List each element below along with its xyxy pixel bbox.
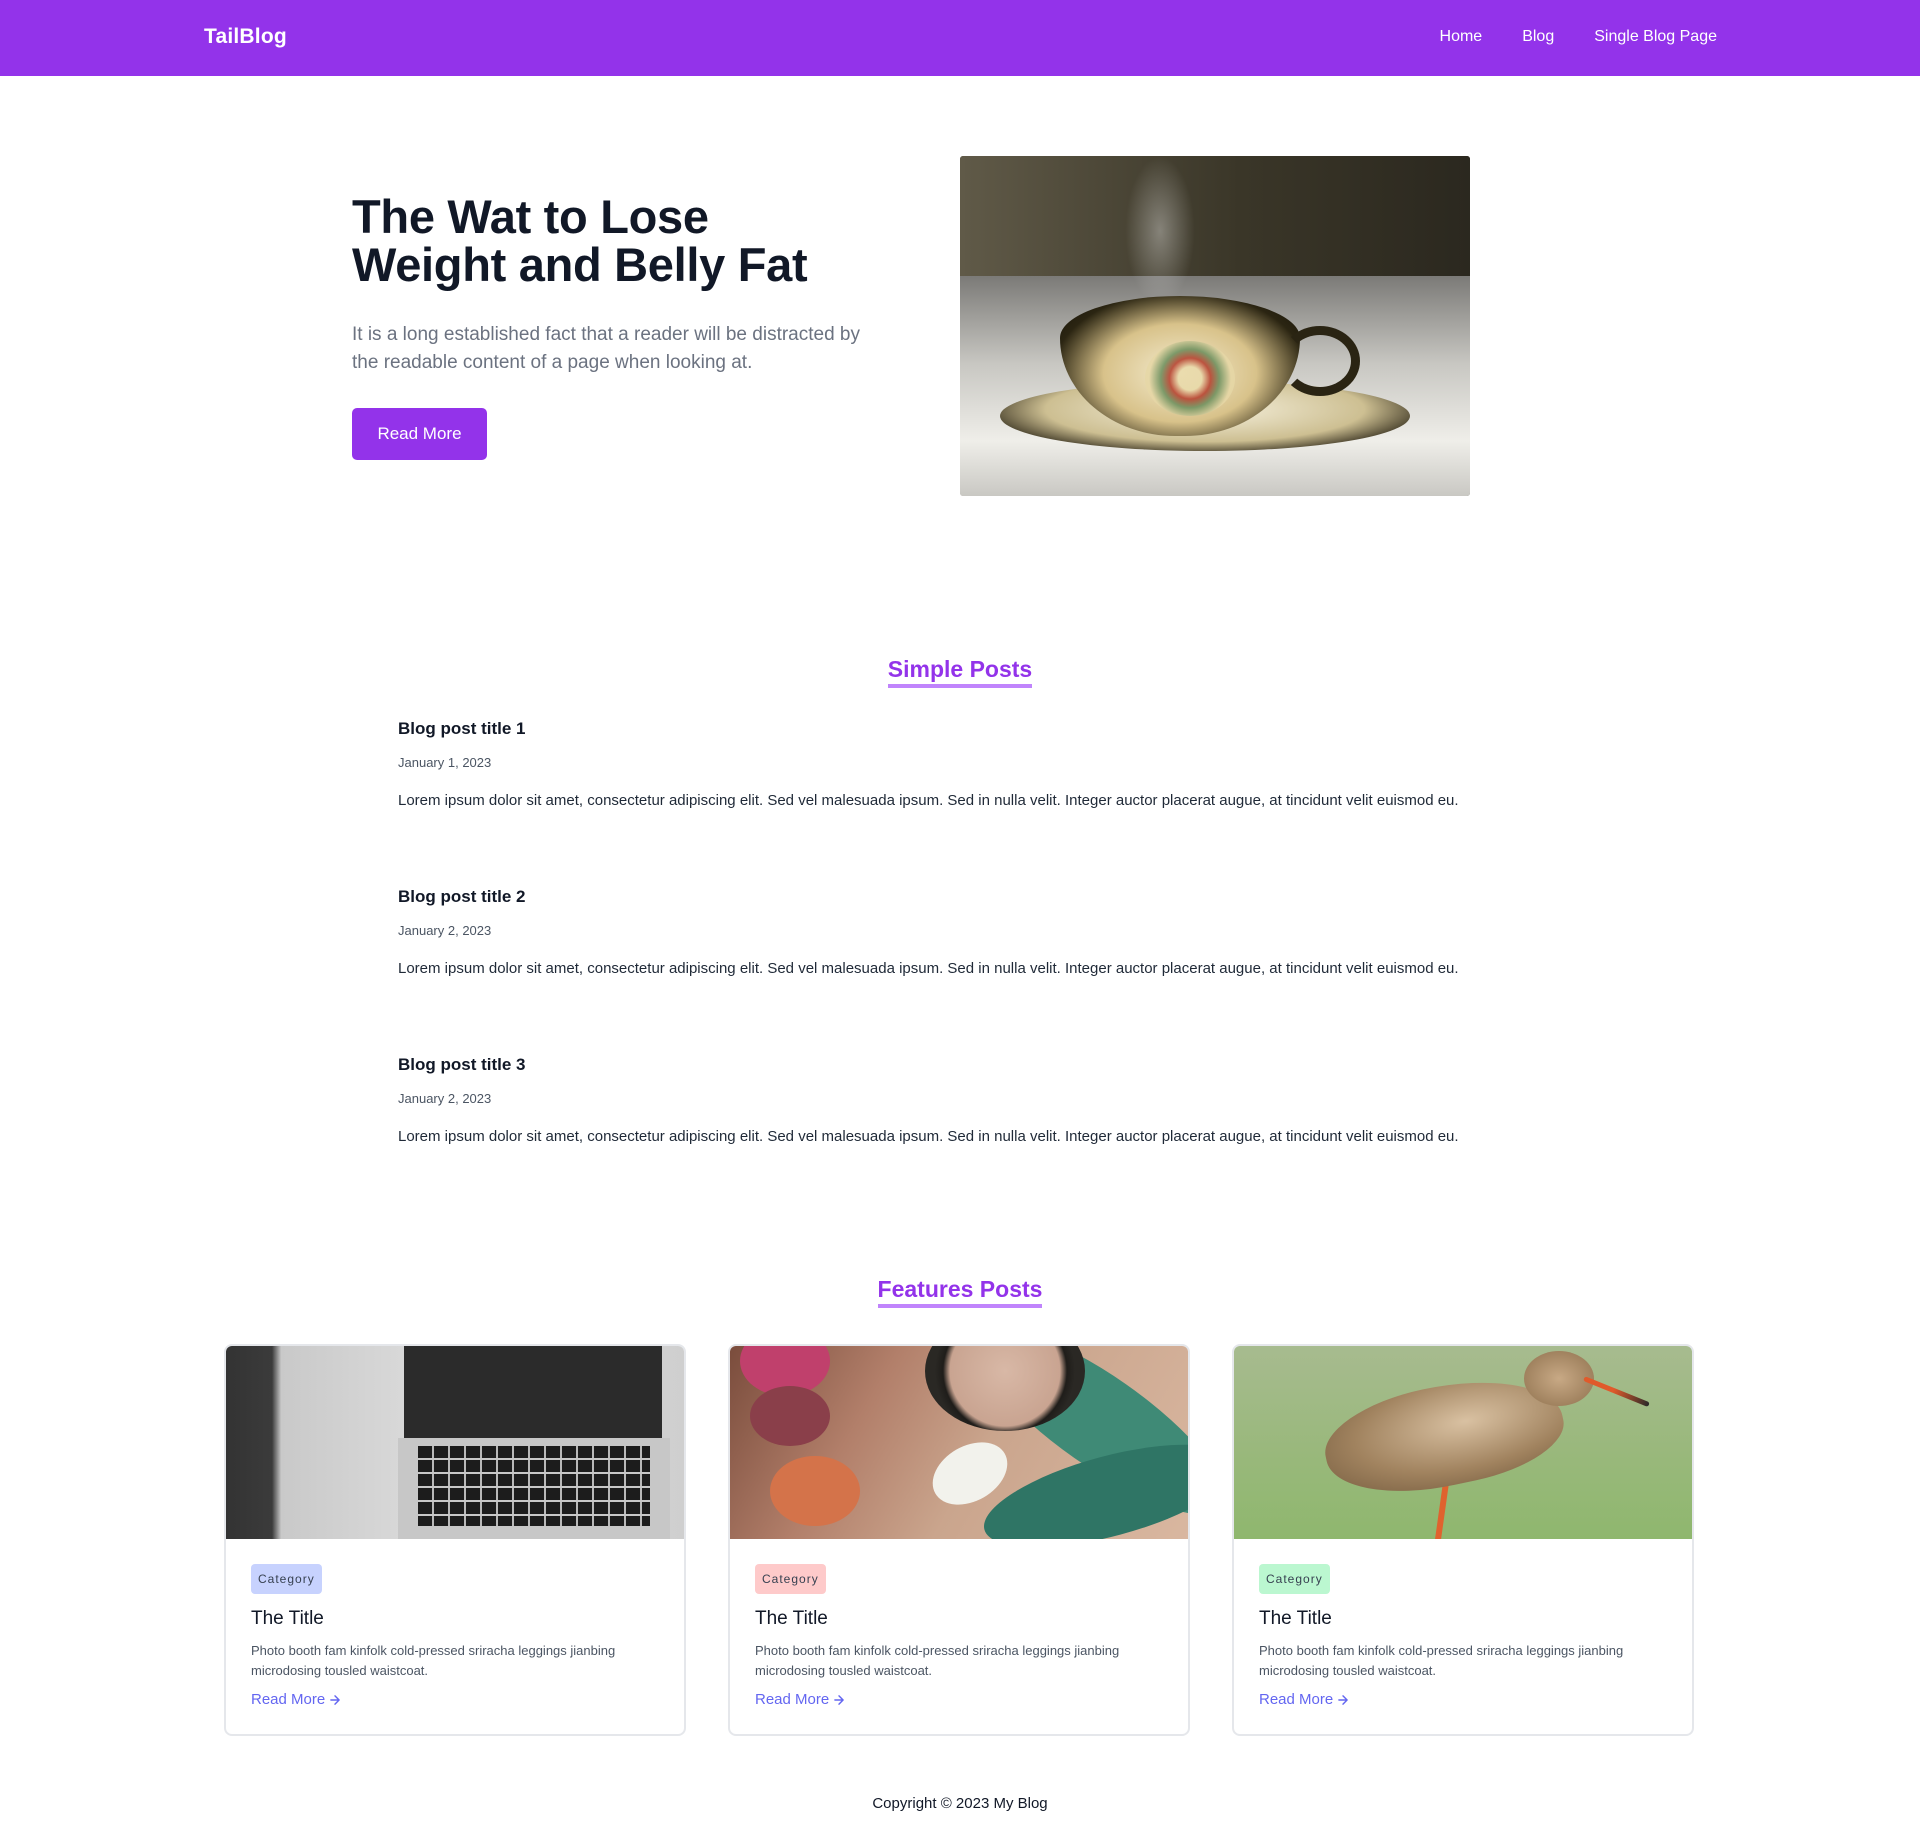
hero-text: The Wat to Lose Weight and Belly Fat It … [352,193,872,377]
simple-post-2: Blog post title 2 January 2, 2023 Lorem … [398,887,1548,977]
feature-card-1: Category The Title Photo booth fam kinfo… [224,1344,686,1736]
card-description: Photo booth fam kinfolk cold-pressed sri… [251,1643,616,1678]
post-title[interactable]: Blog post title 1 [398,719,1548,743]
card-title: The Title [1259,1608,1332,1629]
site-logo[interactable]: TailBlog [204,25,287,49]
macarons-tulips-image [730,1346,1188,1539]
sandpiper-bird-image [1234,1346,1692,1539]
card-read-more-label: Read More [755,1691,830,1708]
card-description: Photo booth fam kinfolk cold-pressed sri… [755,1643,1120,1678]
post-title[interactable]: Blog post title 3 [398,1055,1548,1079]
card-read-more-link[interactable]: Read More [251,1691,342,1708]
feature-card-3: Category The Title Photo booth fam kinfo… [1232,1344,1694,1736]
post-date: January 2, 2023 [398,923,492,938]
nav-links: Home Blog Single Blog Page [1440,28,1717,46]
arrow-right-icon [330,1694,341,1705]
post-date: January 2, 2023 [398,1091,492,1106]
simple-posts-heading: Simple Posts [0,656,1920,688]
post-excerpt: Lorem ipsum dolor sit amet, consectetur … [398,1128,1459,1145]
card-read-more-label: Read More [1259,1691,1334,1708]
read-more-button[interactable]: Read More [352,408,487,460]
features-posts-heading-text: Features Posts [877,1276,1043,1308]
laptop-keyboard-image [226,1346,684,1539]
post-title[interactable]: Blog post title 2 [398,887,1548,911]
category-badge: Category [755,1564,826,1594]
simple-posts-heading-text: Simple Posts [887,656,1033,688]
hero-teacup-image [960,156,1470,496]
nav-link-blog[interactable]: Blog [1522,28,1554,46]
footer-copyright: Copyright © 2023 My Blog [872,1795,1048,1812]
nav-link-single-blog-page[interactable]: Single Blog Page [1594,28,1717,46]
features-posts-heading: Features Posts [0,1276,1920,1308]
simple-post-3: Blog post title 3 January 2, 2023 Lorem … [398,1055,1548,1145]
feature-card-2: Category The Title Photo booth fam kinfo… [728,1344,1190,1736]
card-title: The Title [755,1608,828,1629]
arrow-right-icon [1338,1694,1349,1705]
card-read-more-label: Read More [251,1691,326,1708]
post-excerpt: Lorem ipsum dolor sit amet, consectetur … [398,960,1459,977]
category-badge: Category [1259,1564,1330,1594]
post-date: January 1, 2023 [398,755,492,770]
card-read-more-link[interactable]: Read More [1259,1691,1350,1708]
hero-description: It is a long established fact that a rea… [352,324,860,373]
card-read-more-link[interactable]: Read More [755,1691,846,1708]
post-excerpt: Lorem ipsum dolor sit amet, consectetur … [398,792,1459,809]
card-title: The Title [251,1608,324,1629]
top-navbar: TailBlog Home Blog Single Blog Page [0,0,1920,76]
arrow-right-icon [834,1694,845,1705]
category-badge: Category [251,1564,322,1594]
card-description: Photo booth fam kinfolk cold-pressed sri… [1259,1643,1624,1678]
hero-title: The Wat to Lose Weight and Belly Fat [352,190,808,291]
nav-link-home[interactable]: Home [1440,28,1483,46]
simple-post-1: Blog post title 1 January 1, 2023 Lorem … [398,719,1548,809]
